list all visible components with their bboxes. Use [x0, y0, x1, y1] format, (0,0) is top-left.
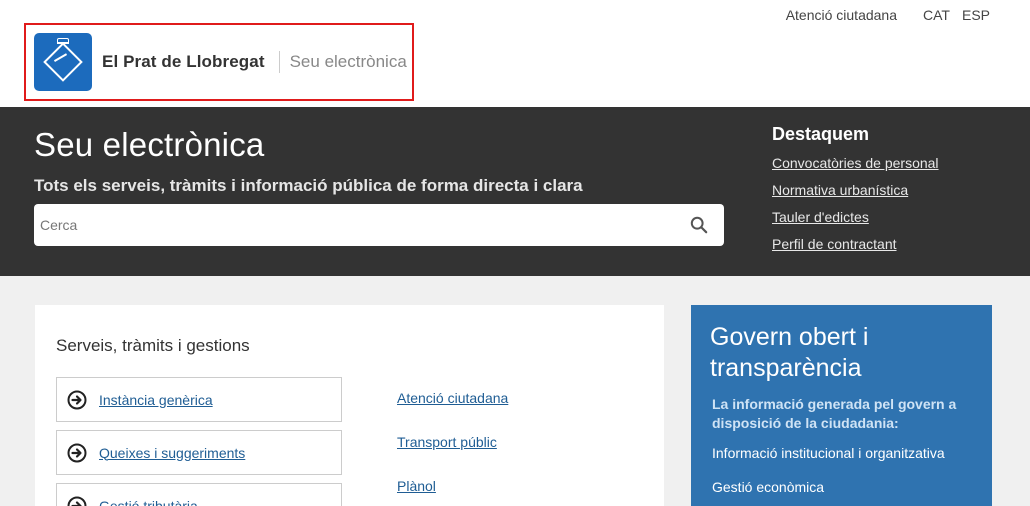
search-icon[interactable]: [690, 216, 708, 234]
coat-of-arms-icon: [34, 33, 92, 91]
logo-name: El Prat de Llobregat: [102, 52, 265, 71]
destaquem-title: Destaquem: [772, 124, 870, 144]
services-title: Serveis, tràmits i gestions: [56, 336, 250, 355]
quick-link-planol[interactable]: Plànol: [397, 478, 436, 494]
service-item-gestio[interactable]: Gestió tributària: [56, 483, 342, 506]
govern-description: La informació generada pel govern a disp…: [712, 396, 957, 431]
logo-divider: [278, 51, 280, 73]
lang-esp-link[interactable]: ESP: [962, 7, 990, 23]
destaquem-link-convocatories[interactable]: Convocatòries de personal: [772, 154, 939, 173]
service-link-gestio[interactable]: Gestió tributària: [99, 498, 198, 506]
top-links: Atenció ciutadana CAT ESP: [786, 7, 990, 23]
atencio-ciutadana-link[interactable]: Atenció ciutadana: [786, 7, 897, 23]
logo-subtitle: Seu electrònica: [289, 52, 407, 71]
search-input[interactable]: [34, 204, 674, 246]
destaquem-panel: Destaquem Convocatòries de personal Norm…: [772, 124, 939, 262]
arrow-circle-right-icon: [67, 390, 87, 409]
destaquem-link-perfil[interactable]: Perfil de contractant: [772, 235, 939, 254]
hero-banner: Seu electrònica Tots els serveis, tràmit…: [0, 107, 1030, 276]
quick-link-transport[interactable]: Transport públic: [397, 434, 497, 450]
top-header: Atenció ciutadana CAT ESP El Prat de Llo…: [0, 0, 1030, 107]
services-card: Serveis, tràmits i gestions Instància ge…: [35, 305, 664, 506]
site-logo[interactable]: El Prat de Llobregat Seu electrònica: [24, 23, 414, 101]
service-link-instancia[interactable]: Instància genèrica: [99, 392, 213, 408]
search-box: [34, 204, 724, 246]
govern-link-gestio[interactable]: Gestió econòmica: [712, 479, 824, 495]
arrow-circle-right-icon: [67, 443, 87, 462]
arrow-circle-right-icon: [67, 496, 87, 506]
destaquem-link-normativa[interactable]: Normativa urbanística: [772, 181, 939, 200]
page-title: Seu electrònica: [34, 126, 265, 163]
service-link-queixes[interactable]: Queixes i suggeriments: [99, 445, 245, 461]
destaquem-link-tauler[interactable]: Tauler d'edictes: [772, 208, 939, 227]
page-subtitle: Tots els serveis, tràmits i informació p…: [34, 176, 583, 195]
lang-cat-link[interactable]: CAT: [923, 7, 950, 23]
govern-obert-panel: Govern obert i transparència La informac…: [691, 305, 992, 506]
service-item-queixes[interactable]: Queixes i suggeriments: [56, 430, 342, 475]
govern-title: Govern obert i transparència: [710, 323, 869, 382]
govern-link-informacio[interactable]: Informació institucional i organitzativa: [712, 445, 945, 461]
service-item-instancia[interactable]: Instància genèrica: [56, 377, 342, 422]
quick-link-atencio[interactable]: Atenció ciutadana: [397, 390, 508, 406]
